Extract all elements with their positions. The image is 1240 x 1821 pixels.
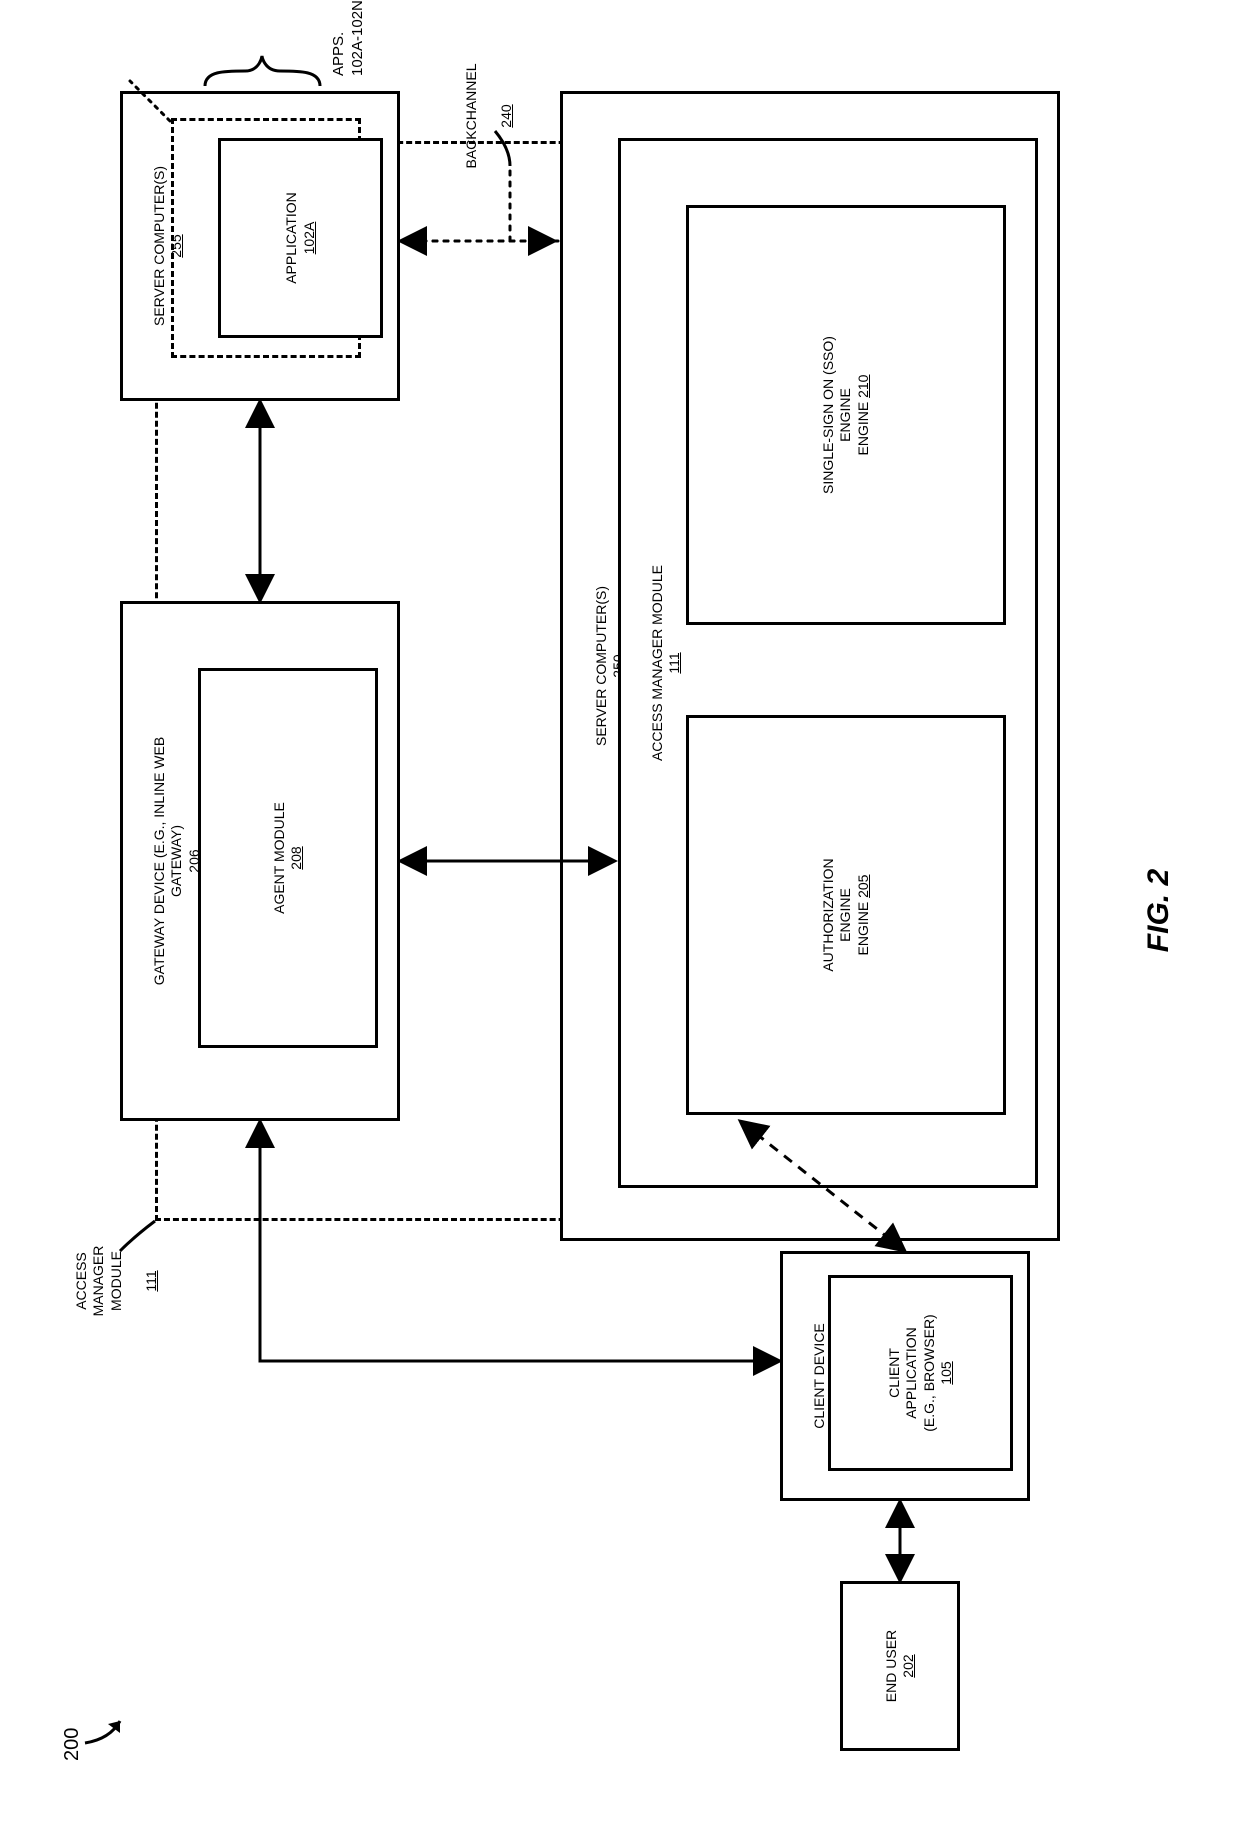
agent-module-box: AGENT MODULE 208: [198, 668, 378, 1048]
client-app-title: CLIENT APPLICATION (E.G., BROWSER): [886, 1314, 939, 1431]
application-ref: 102A: [301, 222, 319, 255]
server-250-box: SERVER COMPUTER(S) 250 ACCESS MANAGER MO…: [560, 91, 1060, 1241]
agent-module-ref: 208: [288, 846, 306, 869]
sso-engine-title: SINGLE-SIGN ON (SSO) ENGINE: [820, 336, 855, 494]
backchannel-label: BACKCHANNEL 240: [445, 26, 515, 206]
end-user-title: END USER: [883, 1630, 901, 1702]
sso-engine-box: SINGLE-SIGN ON (SSO) ENGINE ENGINE 210: [686, 205, 1006, 625]
client-app-ref: 105: [938, 1361, 956, 1384]
agent-module-title: AGENT MODULE: [271, 802, 289, 914]
apps-bracket-label: APPS. 102A-102N: [330, 0, 368, 76]
authz-engine-box: AUTHORIZATION ENGINE ENGINE 205: [686, 715, 1006, 1115]
gateway-box: GATEWAY DEVICE (E.G., INLINE WEB GATEWAY…: [120, 601, 400, 1121]
application-box: APPLICATION 102A: [218, 138, 383, 338]
authz-engine-title: AUTHORIZATION ENGINE: [820, 858, 855, 971]
authz-engine-ref: 205: [855, 875, 871, 898]
access-manager-callout: ACCESS MANAGER MODULE 111: [55, 1211, 160, 1351]
end-user-box: END USER 202: [840, 1581, 960, 1751]
access-manager-title: ACCESS MANAGER MODULE: [649, 565, 665, 761]
sso-engine-ref: 210: [855, 375, 871, 398]
access-manager-ref: 111: [666, 652, 682, 673]
client-app-box: CLIENT APPLICATION (E.G., BROWSER) 105: [828, 1275, 1013, 1471]
end-user-ref: 202: [900, 1654, 918, 1677]
server-255-box: SERVER COMPUTER(S) 255 APPLICATION 102A: [120, 91, 400, 401]
gateway-title: GATEWAY DEVICE (E.G., INLINE WEB GATEWAY…: [151, 737, 185, 985]
figure-caption: FIG. 2: [1140, 0, 1178, 1821]
client-device-box: CLIENT DEVICE 104 CLIENT APPLICATION (E.…: [780, 1251, 1030, 1501]
client-device-title: CLIENT DEVICE: [811, 1323, 827, 1429]
server-255-title: SERVER COMPUTER(S): [151, 166, 167, 326]
application-title: APPLICATION: [283, 192, 301, 284]
figure-ref-number: 200: [60, 1728, 85, 1761]
server-250-title: SERVER COMPUTER(S): [593, 586, 609, 746]
access-manager-box: ACCESS MANAGER MODULE 111 AUTHORIZATION …: [618, 138, 1038, 1188]
